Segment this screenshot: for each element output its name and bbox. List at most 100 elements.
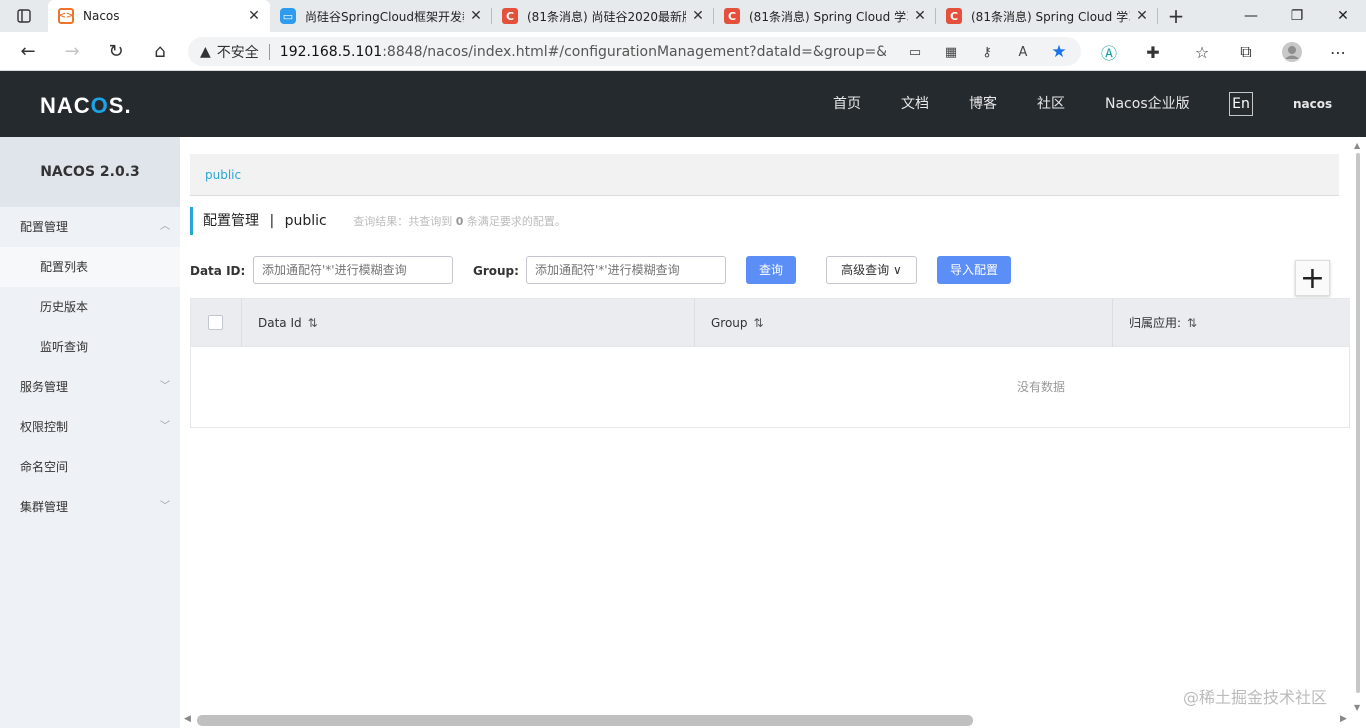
column-divider — [694, 299, 695, 347]
nav-enterprise[interactable]: Nacos企业版 — [1105, 71, 1190, 137]
title-separator: | — [269, 213, 275, 229]
csdn-favicon-icon: C — [946, 8, 962, 24]
nacos-header: NACOS. 首页 文档 博客 社区 Nacos企业版 En nacos — [0, 71, 1366, 137]
more-icon[interactable]: ⋯ — [1326, 41, 1350, 63]
extensions-icon[interactable]: ✚ — [1141, 41, 1165, 63]
group-input[interactable] — [526, 256, 726, 284]
column-label: 归属应用: — [1129, 316, 1182, 330]
address-bar[interactable]: ▲ 不安全 192.168.5.101:8848/nacos/index.htm… — [188, 37, 1081, 66]
close-tab-icon[interactable]: ✕ — [912, 8, 928, 24]
browser-tab-csdn[interactable]: C (81条消息) Spring Cloud 学习 ✕ — [936, 0, 1158, 32]
dataid-label: Data ID: — [190, 264, 246, 278]
apps-icon[interactable]: ▦ — [942, 43, 960, 61]
namespace-bar: public — [190, 154, 1339, 196]
restore-icon[interactable]: ❐ — [1274, 0, 1320, 32]
language-switch-button[interactable]: En — [1229, 92, 1253, 116]
translate-icon[interactable]: Ⓐ — [1097, 41, 1121, 63]
cast-icon[interactable]: ▭ — [906, 43, 924, 61]
reload-icon[interactable]: ↻ — [94, 32, 138, 71]
config-table: Data Id ⇅ Group ⇅ 归属应用: ⇅ 没有数据 — [190, 298, 1351, 428]
dataid-input[interactable] — [253, 256, 453, 284]
page-title-namespace: public — [284, 213, 327, 229]
sidebar-item-label: 配置列表 — [40, 260, 89, 274]
tab-title: Nacos — [83, 9, 120, 23]
sidebar-item-namespace[interactable]: 命名空间 — [0, 447, 180, 487]
security-label[interactable]: 不安全 — [217, 42, 259, 62]
favorite-star-icon[interactable]: ★ — [1050, 42, 1068, 62]
sidebar-item-access-control[interactable]: 权限控制 ﹀ — [0, 407, 180, 447]
sort-icon[interactable]: ⇅ — [308, 316, 318, 330]
search-button[interactable]: 查询 — [746, 256, 796, 284]
nacos-logo[interactable]: NACOS. — [40, 93, 132, 119]
browser-tab-bilibili[interactable]: ▭ 尚硅谷SpringCloud框架开发教 ✕ — [270, 0, 492, 32]
sidebar-item-label: 命名空间 — [20, 460, 69, 474]
close-tab-icon[interactable]: ✕ — [1134, 8, 1150, 24]
namespace-tab-public[interactable]: public — [205, 168, 241, 182]
key-icon[interactable]: ⚷ — [978, 43, 996, 61]
column-divider — [1112, 299, 1113, 347]
close-tab-icon[interactable]: ✕ — [468, 8, 484, 24]
chevron-down-icon: ﹀ — [160, 381, 170, 392]
browser-tab-csdn[interactable]: C (81条消息) Spring Cloud 学习 ✕ — [714, 0, 936, 32]
minimize-icon[interactable]: — — [1228, 0, 1274, 32]
column-header-app[interactable]: 归属应用: ⇅ — [1129, 299, 1197, 347]
close-tab-icon[interactable]: ✕ — [690, 8, 706, 24]
favorites-icon[interactable]: ☆ — [1190, 41, 1214, 63]
scroll-left-icon[interactable]: ◀ — [184, 714, 191, 724]
column-header-group[interactable]: Group ⇅ — [711, 299, 764, 347]
scroll-right-icon[interactable]: ▶ — [1340, 714, 1347, 724]
csdn-favicon-icon: C — [724, 8, 740, 24]
sidebar-item-config-management[interactable]: 配置管理 ︿ — [0, 207, 180, 247]
browser-window: <> Nacos ✕ ▭ 尚硅谷SpringCloud框架开发教 ✕ C (81… — [0, 0, 1366, 728]
forward-icon[interactable]: → — [50, 32, 94, 71]
advanced-query-button[interactable]: 高级查询 ∨ — [826, 256, 917, 284]
nav-docs[interactable]: 文档 — [901, 71, 929, 137]
bilibili-favicon-icon: ▭ — [280, 8, 296, 24]
sidebar-item-cluster-management[interactable]: 集群管理 ﹀ — [0, 487, 180, 527]
query-count: 0 — [455, 215, 464, 228]
collections-icon[interactable]: ⧉ — [1234, 41, 1258, 63]
back-icon[interactable]: ← — [6, 32, 50, 71]
sort-icon[interactable]: ⇅ — [754, 316, 764, 330]
chevron-down-icon: ﹀ — [160, 421, 170, 432]
add-config-button[interactable]: + — [1295, 260, 1330, 296]
scroll-down-icon[interactable]: ▼ — [1354, 703, 1360, 712]
sidebar-item-config-list[interactable]: 配置列表 — [0, 247, 180, 287]
select-all-checkbox[interactable] — [208, 315, 223, 330]
version-title: NACOS 2.0.3 — [0, 137, 180, 207]
nav-community[interactable]: 社区 — [1037, 71, 1065, 137]
browser-tab-nacos[interactable]: <> Nacos ✕ — [48, 0, 270, 32]
scrollbar-thumb[interactable] — [197, 715, 973, 726]
read-aloud-icon[interactable]: A — [1014, 43, 1032, 61]
home-icon[interactable]: ⌂ — [138, 32, 182, 71]
sidebar-item-listener-query[interactable]: 监听查询 — [0, 327, 180, 367]
scrollbar-thumb[interactable] — [1356, 153, 1360, 693]
profile-avatar-icon[interactable] — [1280, 41, 1304, 63]
empty-table-message: 没有数据 — [1016, 380, 1065, 394]
sidebar-item-service-management[interactable]: 服务管理 ﹀ — [0, 367, 180, 407]
browser-tab-csdn[interactable]: C (81条消息) 尚硅谷2020最新版 ✕ — [492, 0, 714, 32]
warning-icon[interactable]: ▲ — [200, 44, 211, 60]
horizontal-scrollbar[interactable]: ◀ ▶ — [180, 713, 1350, 728]
import-config-button[interactable]: 导入配置 — [937, 256, 1011, 284]
url-path: :8848/nacos/index.html#/configurationMan… — [382, 43, 886, 60]
sidebar-item-history[interactable]: 历史版本 — [0, 287, 180, 327]
new-tab-icon[interactable]: + — [1158, 4, 1194, 28]
url-host: 192.168.5.101 — [279, 43, 383, 60]
url-text[interactable]: 192.168.5.101:8848/nacos/index.html#/con… — [280, 44, 886, 60]
user-name[interactable]: nacos — [1293, 71, 1332, 137]
page-title-text: 配置管理 — [203, 213, 259, 229]
vertical-scrollbar[interactable]: ▲ ▼ — [1350, 137, 1366, 713]
tab-actions-icon[interactable] — [0, 0, 48, 32]
sidebar-item-label: 服务管理 — [20, 380, 69, 394]
column-header-data-id[interactable]: Data Id ⇅ — [258, 299, 318, 347]
nav-home[interactable]: 首页 — [833, 71, 861, 137]
tab-title: (81条消息) Spring Cloud 学习 — [971, 9, 1130, 24]
sidebar-item-label: 历史版本 — [40, 300, 89, 314]
nav-blog[interactable]: 博客 — [969, 71, 997, 137]
close-tab-icon[interactable]: ✕ — [246, 8, 262, 24]
sort-icon[interactable]: ⇅ — [1187, 316, 1197, 330]
tab-title: (81条消息) Spring Cloud 学习 — [749, 9, 908, 24]
scroll-up-icon[interactable]: ▲ — [1354, 141, 1360, 150]
close-window-icon[interactable]: ✕ — [1320, 0, 1366, 32]
